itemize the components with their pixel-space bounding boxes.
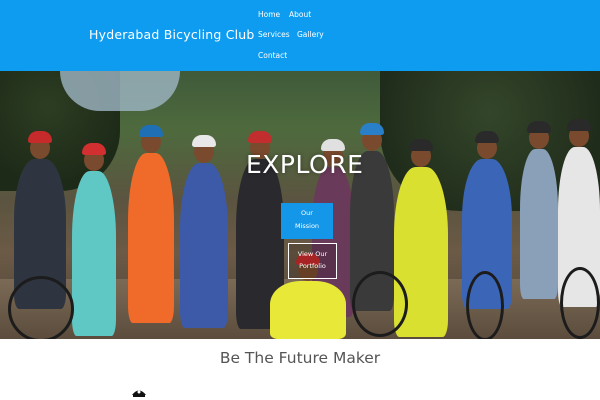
cyclist-figure (270, 253, 346, 339)
view-portfolio-button[interactable]: View Our Portfolio (288, 243, 337, 279)
nav-about[interactable]: About (289, 10, 311, 19)
cyclist-figure (128, 125, 174, 323)
site-header: Hyderabad Bicycling Club Home About Serv… (0, 0, 600, 71)
cyclist-figure (72, 143, 116, 336)
nav-contact[interactable]: Contact (258, 51, 287, 60)
bicycle-wheel (466, 271, 504, 339)
nav-gallery[interactable]: Gallery (297, 30, 324, 39)
hero-sky (60, 71, 180, 111)
view-portfolio-button-line2: Portfolio (299, 262, 326, 270)
bicycle-wheel (352, 271, 408, 337)
our-mission-button-line2: Mission (294, 222, 320, 230)
tagline-heading: Be The Future Maker (219, 349, 381, 367)
nav-services[interactable]: Services (258, 30, 290, 39)
our-mission-button-line1: Our (301, 209, 313, 217)
cyclist-figure (180, 135, 228, 328)
our-mission-button[interactable]: Our Mission (281, 203, 333, 239)
cyclist-figure (520, 121, 558, 299)
bicycle-wheel (8, 276, 74, 339)
hero-title: EXPLORE (246, 150, 364, 179)
cyclist-helmet-icon (132, 390, 146, 397)
hero-banner: EXPLORE Our Mission View Our Portfolio (0, 71, 600, 339)
nav-home[interactable]: Home (258, 10, 280, 19)
site-title[interactable]: Hyderabad Bicycling Club (89, 27, 255, 42)
view-portfolio-button-line1: View Our (297, 250, 328, 258)
bicycle-wheel (560, 267, 600, 339)
